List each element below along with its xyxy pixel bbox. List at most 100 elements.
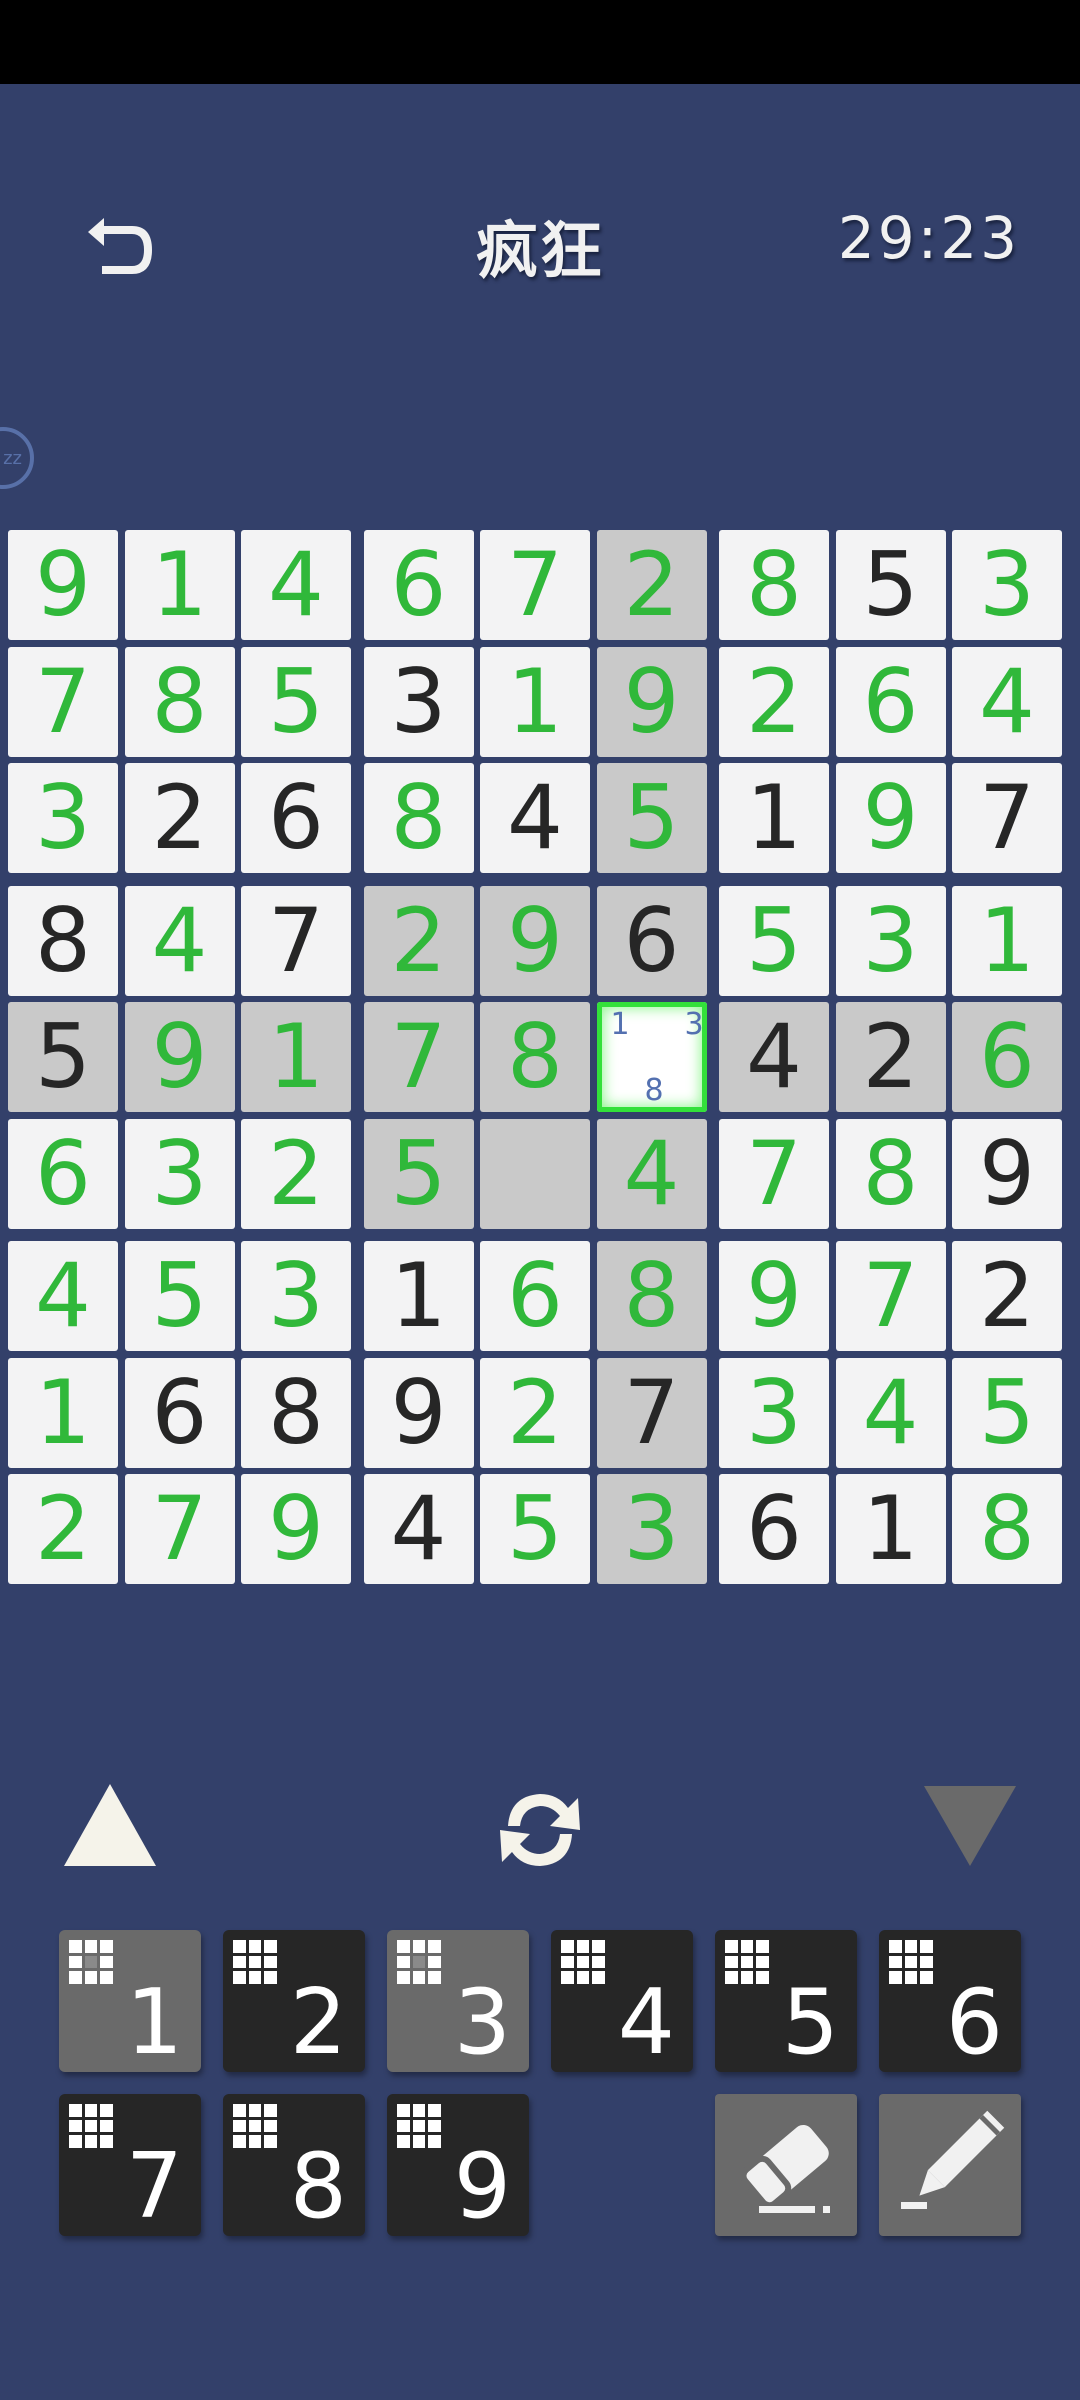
sudoku-cell[interactable]: 7 [124, 1474, 235, 1584]
sudoku-cell[interactable]: 4 [124, 885, 235, 996]
number-button-6[interactable]: 6 [879, 1930, 1021, 2072]
sudoku-cell[interactable]: 6 [952, 1002, 1062, 1112]
sudoku-cell[interactable]: 9 [719, 1241, 829, 1351]
sudoku-cell[interactable]: 3 [835, 885, 946, 996]
sudoku-cell[interactable]: 5 [952, 1357, 1062, 1468]
sudoku-cell[interactable]: 5 [8, 1002, 118, 1112]
sudoku-cell[interactable]: 1 38 [596, 1002, 707, 1112]
number-button-5[interactable]: 5 [715, 1930, 857, 2072]
sudoku-cell[interactable]: 7 [480, 530, 590, 640]
sudoku-cell[interactable]: 2 [835, 1002, 946, 1112]
sudoku-cell[interactable]: 4 [835, 1357, 946, 1468]
sudoku-cell[interactable]: 8 [124, 646, 235, 757]
sudoku-cell[interactable]: 8 [363, 763, 474, 873]
number-button-2[interactable]: 2 [223, 1930, 365, 2072]
sudoku-cell[interactable]: 4 [241, 530, 351, 640]
prev-button[interactable] [60, 1780, 160, 1874]
sudoku-cell[interactable]: 3 [596, 1474, 707, 1584]
sudoku-cell[interactable]: 2 [8, 1474, 118, 1584]
sudoku-cell[interactable]: 8 [480, 1002, 590, 1112]
sudoku-cell[interactable]: 4 [719, 1002, 829, 1112]
sudoku-cell[interactable]: 7 [835, 1241, 946, 1351]
number-button-1[interactable]: 1 [59, 1930, 201, 2072]
sudoku-cell[interactable]: 1 [241, 1002, 351, 1112]
sudoku-cell[interactable]: 8 [719, 530, 829, 640]
sudoku-cell[interactable]: 9 [835, 763, 946, 873]
number-label: 5 [781, 1970, 839, 2075]
number-button-9[interactable]: 9 [387, 2094, 529, 2236]
pencil-button[interactable] [879, 2094, 1021, 2236]
sudoku-cell[interactable]: 9 [241, 1474, 351, 1584]
sudoku-cell[interactable]: 4 [480, 763, 590, 873]
sudoku-cell[interactable]: 2 [596, 530, 707, 640]
sudoku-cell[interactable]: 5 [241, 646, 351, 757]
sudoku-cell[interactable]: 3 [363, 646, 474, 757]
sudoku-cell[interactable]: 3 [241, 1241, 351, 1351]
sudoku-cell[interactable]: 3 [719, 1357, 829, 1468]
number-button-8[interactable]: 8 [223, 2094, 365, 2236]
sudoku-cell[interactable]: 9 [124, 1002, 235, 1112]
sudoku-cell[interactable]: 2 [124, 763, 235, 873]
sudoku-cell[interactable]: 7 [8, 646, 118, 757]
sudoku-cell[interactable]: 1 [124, 530, 235, 640]
sudoku-cell[interactable]: 7 [241, 885, 351, 996]
sudoku-cell[interactable]: 6 [8, 1118, 118, 1229]
sudoku-cell[interactable]: 1 [363, 1241, 474, 1351]
sudoku-cell[interactable]: 6 [363, 530, 474, 640]
number-button-4[interactable]: 4 [551, 1930, 693, 2072]
pause-button[interactable]: zz [0, 427, 34, 489]
sudoku-cell[interactable]: 3 [8, 763, 118, 873]
number-button-3[interactable]: 3 [387, 1930, 529, 2072]
sudoku-cell[interactable]: 5 [835, 530, 946, 640]
sudoku-cell[interactable]: 6 [241, 763, 351, 873]
sudoku-cell[interactable]: 6 [124, 1357, 235, 1468]
sudoku-cell[interactable]: 2 [952, 1241, 1062, 1351]
sudoku-cell[interactable]: 6 [719, 1474, 829, 1584]
sudoku-cell[interactable]: 4 [952, 646, 1062, 757]
sudoku-cell[interactable]: 9 [363, 1357, 474, 1468]
sudoku-cell[interactable]: 6 [596, 885, 707, 996]
refresh-button[interactable] [488, 1780, 592, 1884]
sudoku-cell[interactable]: 5 [596, 763, 707, 873]
sudoku-cell[interactable]: 3 [952, 530, 1062, 640]
sudoku-cell[interactable]: 4 [8, 1241, 118, 1351]
sudoku-cell[interactable]: 7 [596, 1357, 707, 1468]
sudoku-cell[interactable]: 9 [480, 885, 590, 996]
cell-value: 2 [623, 533, 680, 636]
sudoku-cell[interactable]: 9 [596, 646, 707, 757]
sudoku-cell[interactable]: 3 [124, 1118, 235, 1229]
sudoku-cell[interactable]: 5 [363, 1118, 474, 1229]
sudoku-cell[interactable]: 8 [952, 1474, 1062, 1584]
sudoku-cell[interactable]: 5 [480, 1474, 590, 1584]
cell-value: 1 [862, 1477, 919, 1580]
sudoku-cell[interactable]: 4 [596, 1118, 707, 1229]
sudoku-cell[interactable]: 6 [835, 646, 946, 757]
sudoku-cell[interactable]: 2 [480, 1357, 590, 1468]
sudoku-cell[interactable]: 1 [835, 1474, 946, 1584]
sudoku-cell[interactable]: 7 [363, 1002, 474, 1112]
sudoku-cell[interactable]: 8 [835, 1118, 946, 1229]
sudoku-cell[interactable]: 5 [124, 1241, 235, 1351]
number-button-7[interactable]: 7 [59, 2094, 201, 2236]
sudoku-cell[interactable]: 7 [719, 1118, 829, 1229]
sudoku-cell[interactable]: 7 [952, 763, 1062, 873]
sudoku-cell[interactable]: 6 [480, 1241, 590, 1351]
sudoku-cell[interactable]: 9 [8, 530, 118, 640]
sudoku-cell[interactable]: 1 [719, 763, 829, 873]
sudoku-cell[interactable]: 1 [952, 885, 1062, 996]
sudoku-cell[interactable]: 5 [719, 885, 829, 996]
sudoku-cell[interactable]: 2 [719, 646, 829, 757]
sudoku-cell[interactable]: 1 [480, 646, 590, 757]
sudoku-cell[interactable] [480, 1118, 590, 1229]
sudoku-cell[interactable]: 8 [241, 1357, 351, 1468]
sudoku-cell[interactable]: 2 [241, 1118, 351, 1229]
sudoku-cell[interactable]: 8 [8, 885, 118, 996]
sudoku-cell[interactable]: 1 [8, 1357, 118, 1468]
sudoku-cell[interactable]: 2 [363, 885, 474, 996]
eraser-button[interactable] [715, 2094, 857, 2236]
refresh-icon [500, 1794, 580, 1866]
sudoku-cell[interactable]: 8 [596, 1241, 707, 1351]
sudoku-cell[interactable]: 4 [363, 1474, 474, 1584]
next-button[interactable] [920, 1780, 1020, 1874]
sudoku-cell[interactable]: 9 [952, 1118, 1062, 1229]
